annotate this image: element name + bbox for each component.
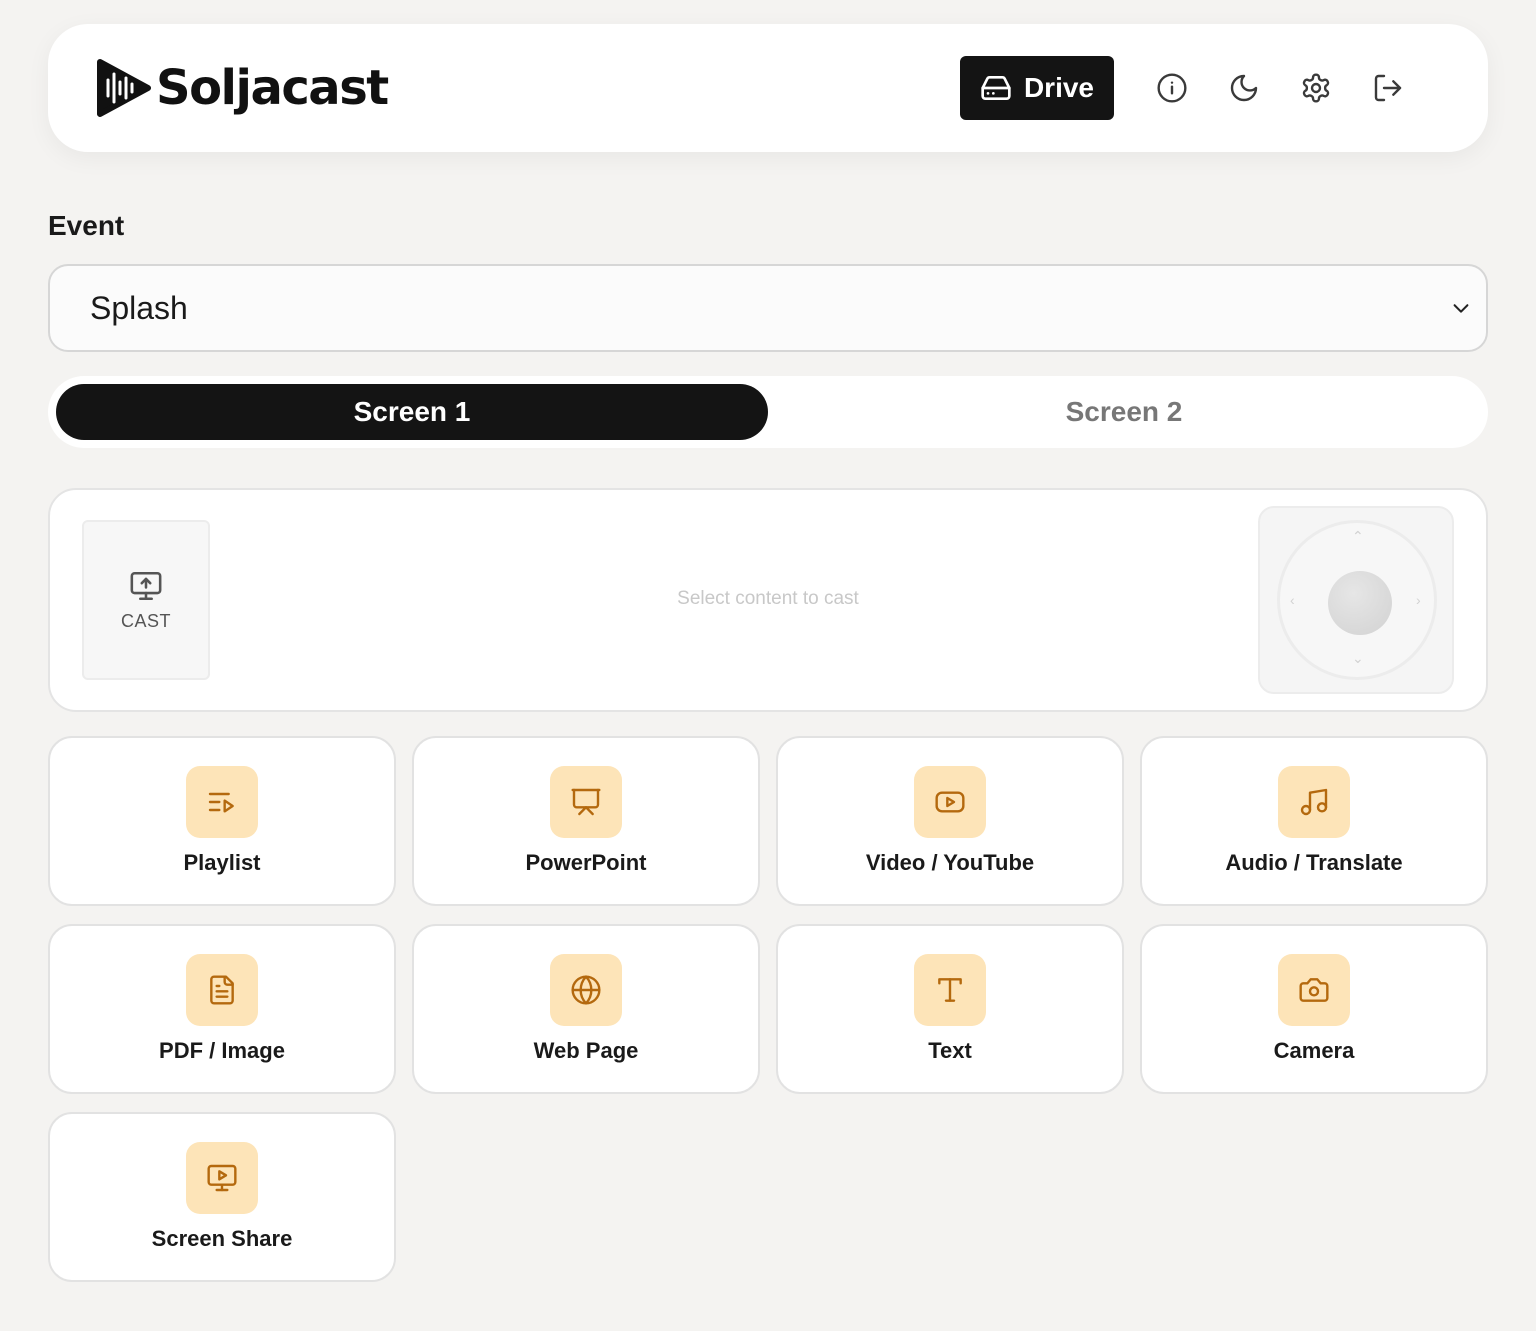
- logo-icon: [97, 59, 151, 117]
- cast-panel: CAST Select content to cast ⌃ ⌄ ‹ ›: [48, 488, 1488, 712]
- content-type-grid: Playlist PowerPoint Video / YouTube Audi…: [48, 736, 1488, 1282]
- gear-icon: [1302, 73, 1330, 103]
- text-icon: [914, 954, 986, 1026]
- dark-mode-button[interactable]: [1208, 52, 1280, 124]
- screen-share-icon: [186, 1142, 258, 1214]
- tile-web-page[interactable]: Web Page: [412, 924, 760, 1094]
- dpad-down-icon[interactable]: ⌄: [1352, 651, 1364, 665]
- tile-audio-translate[interactable]: Audio / Translate: [1140, 736, 1488, 906]
- tile-label: Video / YouTube: [865, 850, 1035, 875]
- tile-label: Audio / Translate: [1225, 850, 1403, 875]
- camera-icon: [1278, 954, 1350, 1026]
- tile-powerpoint[interactable]: PowerPoint: [412, 736, 760, 906]
- dpad-up-icon[interactable]: ⌃: [1352, 529, 1364, 543]
- chevron-down-icon: [1453, 304, 1469, 313]
- app-header: Soljacast Drive: [48, 24, 1488, 152]
- logo[interactable]: Soljacast: [96, 58, 389, 118]
- drive-label: Drive: [1023, 72, 1094, 103]
- cast-button-label: CAST: [120, 610, 171, 631]
- dpad-ring: ⌃ ⌄ ‹ ›: [1277, 520, 1437, 680]
- tile-video-youtube[interactable]: Video / YouTube: [776, 736, 1124, 906]
- hard-drive-icon: [981, 76, 1011, 100]
- tile-text[interactable]: Text: [776, 924, 1124, 1094]
- info-button[interactable]: [1136, 52, 1208, 124]
- event-selected-value: Splash: [90, 289, 188, 326]
- music-icon: [1278, 766, 1350, 838]
- tile-label: Camera: [1273, 1038, 1355, 1063]
- video-icon: [914, 766, 986, 838]
- info-icon: [1157, 73, 1187, 103]
- tile-pdf-image[interactable]: PDF / Image: [48, 924, 396, 1094]
- playlist-icon: [186, 766, 258, 838]
- tile-camera[interactable]: Camera: [1140, 924, 1488, 1094]
- tile-label: Playlist: [183, 850, 261, 875]
- tile-screen-share[interactable]: Screen Share: [48, 1112, 396, 1282]
- document-icon: [186, 954, 258, 1026]
- dpad-center-button[interactable]: [1328, 571, 1392, 635]
- settings-button[interactable]: [1280, 52, 1352, 124]
- tile-label: Web Page: [533, 1038, 639, 1063]
- tile-label: Text: [928, 1038, 972, 1063]
- event-select[interactable]: Splash: [48, 264, 1488, 352]
- drive-button[interactable]: Drive: [959, 56, 1114, 120]
- moon-icon: [1230, 74, 1258, 102]
- globe-icon: [550, 954, 622, 1026]
- tile-label: PDF / Image: [159, 1038, 285, 1063]
- tab-screen-1[interactable]: Screen 1: [56, 384, 768, 440]
- logout-button[interactable]: [1352, 52, 1424, 124]
- tile-playlist[interactable]: Playlist: [48, 736, 396, 906]
- logo-text: Soljacast: [156, 60, 389, 116]
- tile-label: Screen Share: [151, 1226, 293, 1251]
- logout-icon: [1374, 74, 1402, 102]
- event-label: Event: [48, 210, 125, 241]
- dpad-right-icon[interactable]: ›: [1416, 593, 1421, 607]
- dpad-left-icon[interactable]: ‹: [1290, 593, 1295, 607]
- presentation-icon: [550, 766, 622, 838]
- tile-label: PowerPoint: [525, 850, 647, 875]
- remote-dpad: ⌃ ⌄ ‹ ›: [1258, 506, 1454, 694]
- screen-tabs: Screen 1 Screen 2: [48, 376, 1488, 448]
- tab-screen-2[interactable]: Screen 2: [768, 384, 1480, 440]
- header-actions: Drive: [959, 52, 1424, 124]
